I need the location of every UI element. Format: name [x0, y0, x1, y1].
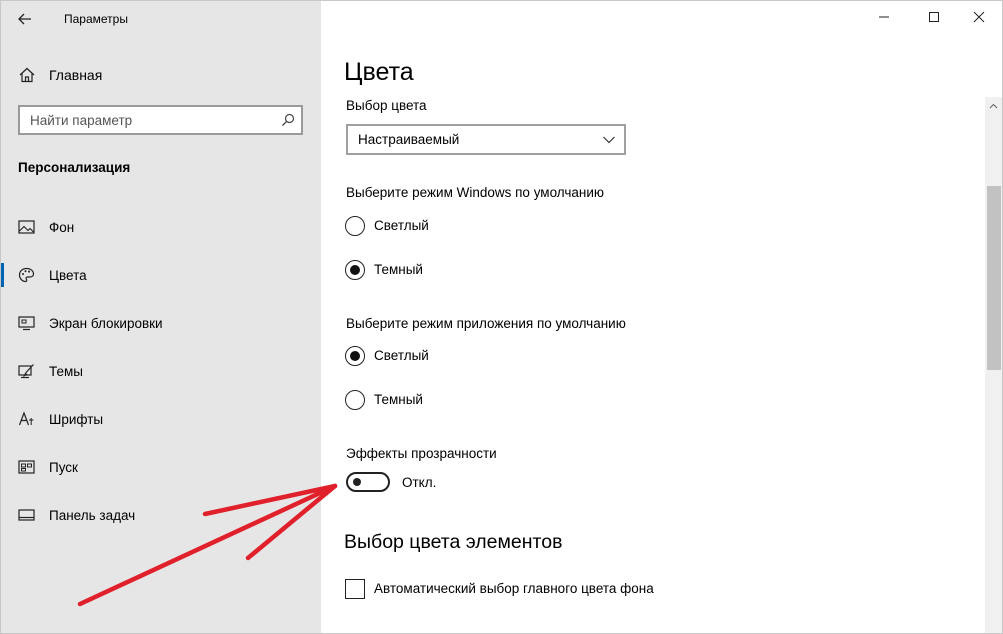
close-icon: [973, 11, 985, 23]
windows-mode-dark-label: Темный: [374, 262, 423, 277]
sidebar-item-label: Пуск: [49, 459, 78, 475]
app-mode-light-label: Светлый: [374, 348, 429, 363]
transparency-toggle[interactable]: [346, 472, 390, 492]
radio-selected-dot: [350, 265, 360, 275]
search-input[interactable]: [20, 107, 280, 133]
color-choice-label: Выбор цвета: [346, 98, 427, 113]
back-arrow-icon: [18, 13, 31, 25]
home-link[interactable]: Главная: [18, 65, 102, 85]
sidebar-item-label: Экран блокировки: [49, 315, 163, 331]
back-button[interactable]: [9, 5, 41, 33]
auto-accent-label: Автоматический выбор главного цвета фона: [374, 581, 654, 596]
page-title: Цвета: [344, 58, 414, 86]
app-mode-label: Выберите режим приложения по умолчанию: [346, 316, 626, 331]
radio-circle: [345, 216, 365, 236]
scroll-up-button[interactable]: [985, 97, 1002, 114]
chevron-down-icon: [603, 136, 615, 144]
color-choice-dropdown[interactable]: Настраиваемый: [346, 124, 626, 155]
app-mode-dark-radio[interactable]: [345, 390, 367, 412]
radio-circle: [345, 390, 365, 410]
radio-selected-dot: [350, 351, 360, 361]
search-icon[interactable]: [281, 113, 295, 127]
close-button[interactable]: [956, 1, 1002, 33]
sidebar-item-label: Цвета: [49, 267, 87, 283]
windows-mode-light-label: Светлый: [374, 218, 429, 233]
sidebar-item-colors[interactable]: Цвета: [1, 251, 321, 299]
home-icon: [19, 67, 35, 83]
windows-mode-light-radio[interactable]: [345, 216, 367, 238]
sidebar-nav: Фон Цвета Экран блокировки Темы Шрифты П…: [1, 203, 321, 539]
sidebar-item-label: Шрифты: [49, 411, 104, 427]
accent-heading: Выбор цвета элементов: [344, 531, 563, 553]
sidebar-item-label: Темы: [49, 363, 83, 379]
maximize-button[interactable]: [911, 1, 957, 33]
sidebar-item-label: Фон: [49, 219, 75, 235]
transparency-label: Эффекты прозрачности: [346, 446, 497, 461]
brush-icon: [18, 364, 34, 379]
start-icon: [18, 460, 35, 474]
transparency-state-label: Откл.: [402, 475, 437, 490]
chevron-up-icon: [989, 103, 998, 108]
taskbar-icon: [18, 509, 35, 521]
sidebar-item-start[interactable]: Пуск: [1, 443, 321, 491]
auto-accent-checkbox[interactable]: [345, 579, 365, 599]
scrollbar-thumb[interactable]: [987, 186, 1001, 370]
sidebar-item-background[interactable]: Фон: [1, 203, 321, 251]
font-icon: [18, 411, 34, 426]
main-content: Цвета Выбор цвета Настраиваемый Выберите…: [321, 1, 1002, 633]
sidebar: Параметры Главная Персонализация Фон: [1, 1, 321, 633]
minimize-button[interactable]: [861, 1, 907, 33]
section-title: Персонализация: [18, 160, 131, 175]
sidebar-item-themes[interactable]: Темы: [1, 347, 321, 395]
app-mode-dark-label: Темный: [374, 392, 423, 407]
sidebar-item-label: Панель задач: [49, 507, 136, 523]
sidebar-item-taskbar[interactable]: Панель задач: [1, 491, 321, 539]
search-box[interactable]: [18, 105, 303, 135]
picture-icon: [18, 220, 35, 234]
dropdown-value: Настраиваемый: [358, 132, 460, 147]
sidebar-item-fonts[interactable]: Шрифты: [1, 395, 321, 443]
toggle-knob: [353, 478, 361, 486]
app-title: Параметры: [64, 12, 128, 26]
monitor-icon: [18, 316, 35, 331]
app-mode-light-radio[interactable]: [345, 346, 367, 368]
maximize-icon: [929, 12, 939, 22]
windows-mode-dark-radio[interactable]: [345, 260, 367, 282]
settings-window: Параметры Главная Персонализация Фон: [0, 0, 1003, 634]
windows-mode-label: Выберите режим Windows по умолчанию: [346, 185, 605, 200]
minimize-icon: [879, 16, 889, 18]
palette-icon: [18, 267, 35, 283]
sidebar-item-lock-screen[interactable]: Экран блокировки: [1, 299, 321, 347]
home-label: Главная: [49, 67, 103, 83]
